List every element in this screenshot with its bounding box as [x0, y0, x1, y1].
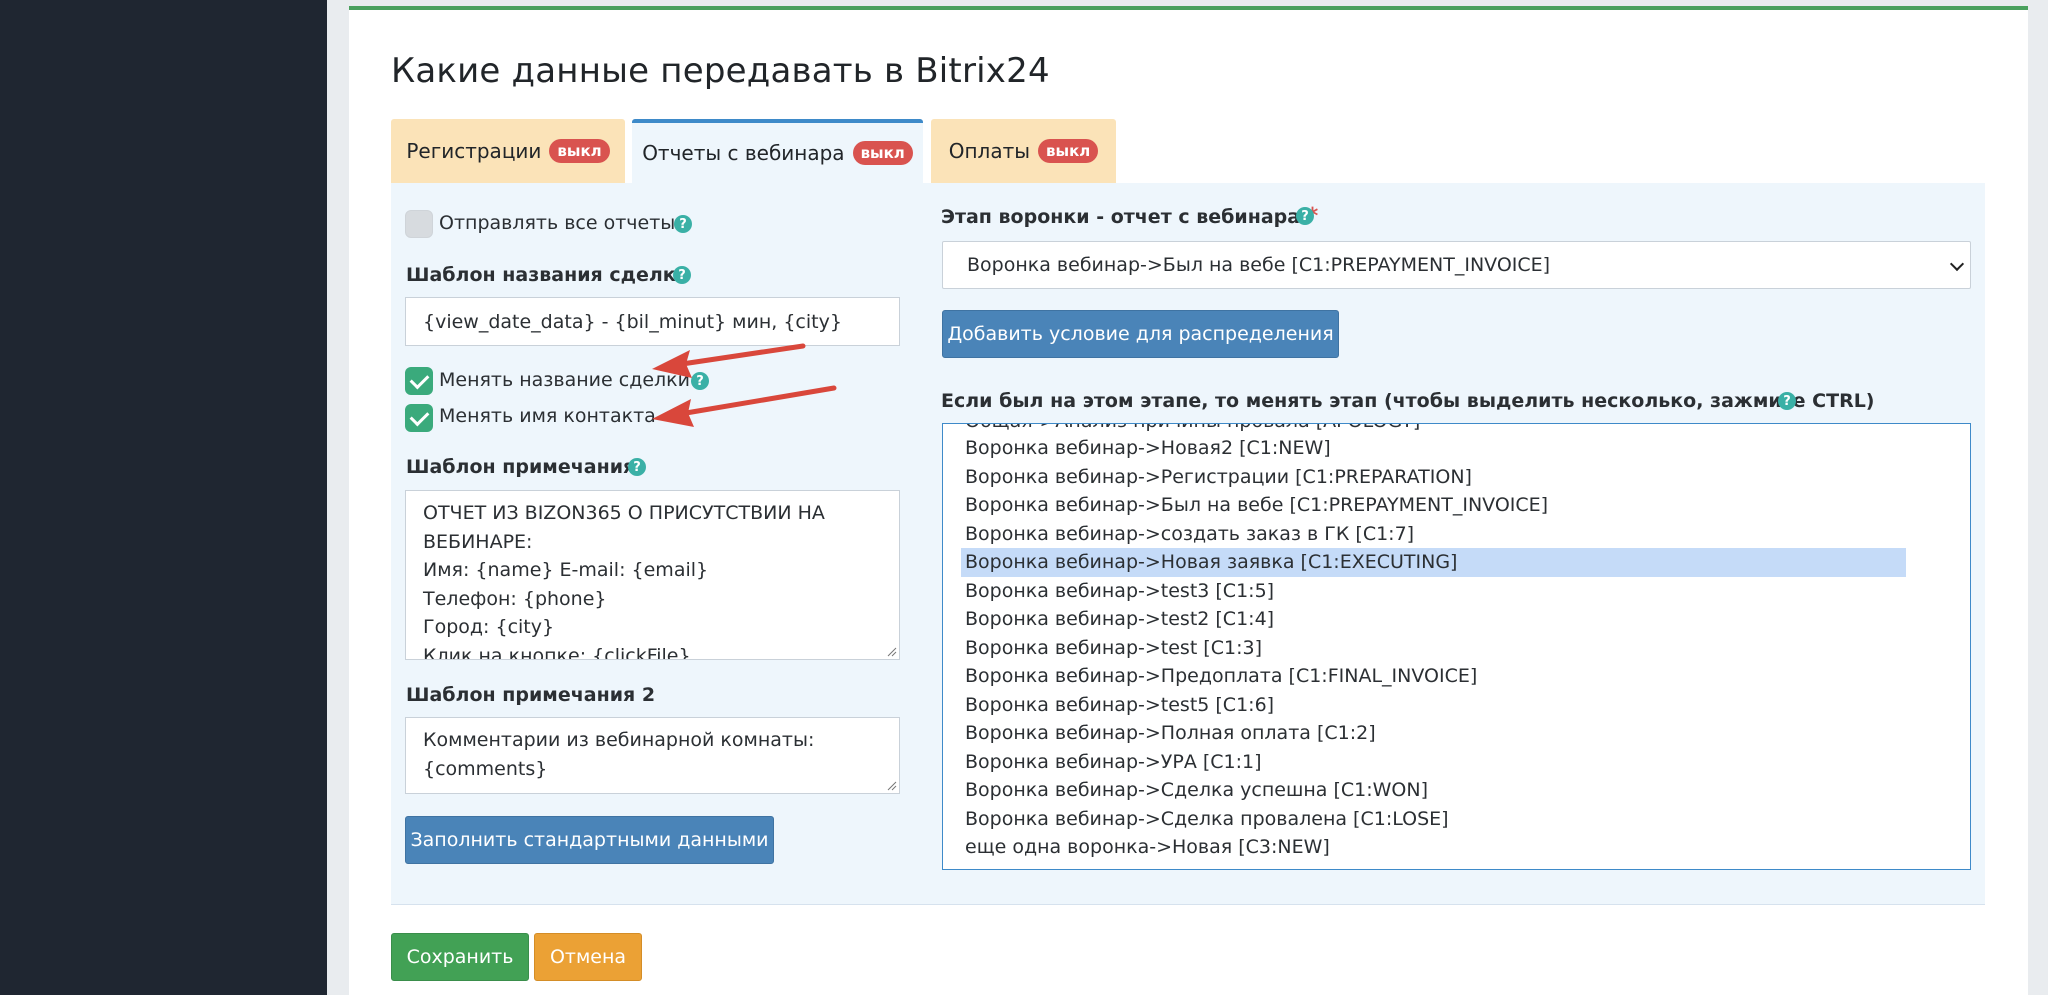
arrow-icon [652, 385, 837, 427]
annotation-arrows [652, 343, 837, 427]
arrow-icon [652, 343, 806, 378]
